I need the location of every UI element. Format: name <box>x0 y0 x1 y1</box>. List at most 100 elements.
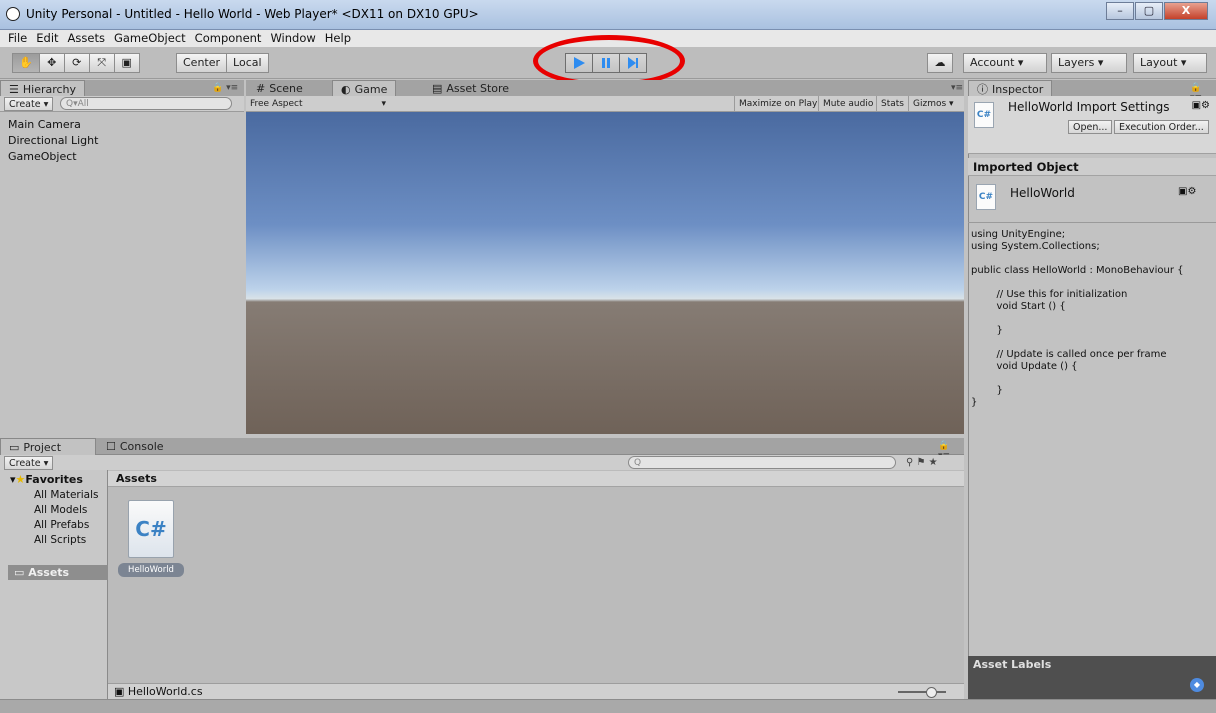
project-footer: ▣ HelloWorld.cs <box>108 683 964 699</box>
info-icon: ⓘ <box>977 82 988 96</box>
tab-hierarchy[interactable]: ☰ Hierarchy <box>0 80 86 97</box>
window-title: Unity Personal - Untitled - Hello World … <box>26 7 479 21</box>
lock-icon[interactable]: 🔒 ▾≡ <box>212 83 238 93</box>
tab-asset-store[interactable]: ▤ Asset Store <box>424 80 517 97</box>
csharp-doc-icon: C# <box>976 184 996 210</box>
maximize-button[interactable]: ▢ <box>1135 2 1163 20</box>
rotate-tool-icon[interactable]: ⟳ <box>63 53 90 73</box>
game-toolbar: Free Aspect ▾ Maximize on Play Mute audio… <box>246 96 964 112</box>
mute-audio-toggle[interactable]: Mute audio <box>818 96 877 112</box>
execution-order-button[interactable]: Execution Order... <box>1114 120 1209 134</box>
assets-breadcrumb: Assets <box>108 471 964 487</box>
close-button[interactable]: X <box>1164 2 1208 20</box>
menu-gameobject[interactable]: GameObject <box>114 30 186 47</box>
star-icon: ★ <box>15 473 26 486</box>
layout-dropdown[interactable]: Layout ▾ <box>1133 53 1207 73</box>
folder-icon: ▭ <box>14 566 29 579</box>
menu-assets[interactable]: Assets <box>68 30 105 47</box>
account-dropdown[interactable]: Account ▾ <box>963 53 1047 73</box>
favorites-header[interactable]: ▾★Favorites <box>10 473 83 486</box>
tab-console[interactable]: ☐ Console <box>98 438 172 455</box>
panel-menu-icon[interactable]: ▾≡ <box>951 83 963 93</box>
tab-inspector[interactable]: ⓘ Inspector <box>968 80 1053 97</box>
filter-icons[interactable]: ⚲ ⚑ ★ <box>906 457 938 468</box>
asset-store-tab-label: Asset Store <box>446 82 510 95</box>
import-settings-header: C# HelloWorld Import Settings ▣⚙ Open...… <box>968 96 1216 154</box>
tab-project[interactable]: ▭ Project <box>0 438 96 455</box>
project-toolbar: Create ▾ Q ⚲ ⚑ ★ <box>0 455 964 471</box>
label-tag-icon[interactable]: ◆ <box>1190 678 1204 692</box>
hierarchy-create-label: Create <box>9 99 41 110</box>
list-item[interactable]: GameObject <box>8 149 98 165</box>
hand-tool-icon[interactable]: ✋ <box>12 53 40 73</box>
project-create-button[interactable]: Create ▾ <box>4 456 54 470</box>
cloud-icon[interactable]: ☁ <box>927 53 953 73</box>
menu-edit[interactable]: Edit <box>36 30 58 47</box>
scene-icon: # <box>256 82 266 95</box>
menu-window[interactable]: Window <box>270 30 315 47</box>
icon-size-slider[interactable] <box>898 687 946 698</box>
favorite-all-models[interactable]: All Models <box>34 504 87 517</box>
inspector-tab-label: Inspector <box>992 82 1044 96</box>
selected-path: HelloWorld.cs <box>127 685 203 698</box>
account-label: Account <box>970 56 1015 69</box>
hierarchy-toolbar: Create ▾ Q▾All <box>0 96 244 112</box>
object-gear-icon[interactable]: ▣⚙ <box>1178 186 1196 197</box>
script-preview: using UnityEngine; using System.Collecti… <box>971 229 1184 408</box>
hierarchy-create-button[interactable]: Create ▾ <box>4 97 54 111</box>
scale-tool-icon[interactable]: ⤧ <box>88 53 115 73</box>
asset-labels-bar: Asset Labels ◆ <box>968 656 1216 699</box>
favorite-all-materials[interactable]: All Materials <box>34 489 98 502</box>
layers-dropdown[interactable]: Layers ▾ <box>1051 53 1127 73</box>
imported-object-header: Imported Object <box>968 158 1216 176</box>
list-item[interactable]: Directional Light <box>8 133 98 149</box>
unity-logo-icon <box>6 7 20 21</box>
center-tabstrip: # Scene ◐ Game ▤ Asset Store ▾≡ <box>246 80 964 97</box>
menu-help[interactable]: Help <box>325 30 351 47</box>
tab-scene[interactable]: # Scene <box>248 80 311 97</box>
store-icon: ▤ <box>432 82 443 95</box>
layers-label: Layers <box>1058 56 1095 69</box>
minimize-button[interactable]: – <box>1106 2 1134 20</box>
tab-game[interactable]: ◐ Game <box>332 80 397 97</box>
csharp-doc-icon: C# <box>974 102 994 128</box>
aspect-label: Free Aspect <box>250 99 303 109</box>
game-tab-label: Game <box>354 82 388 96</box>
inspector-tabstrip: ⓘInspector 🔒 ▾≡ <box>968 80 1216 103</box>
project-create-label: Create <box>9 458 41 469</box>
hierarchy-tab-label: Hierarchy <box>22 82 77 96</box>
divider <box>968 222 1216 223</box>
hierarchy-icon: ☰ <box>9 82 19 96</box>
console-icon: ☐ <box>106 440 116 453</box>
rect-tool-icon[interactable]: ▣ <box>113 53 140 73</box>
scene-tab-label: Scene <box>269 82 303 95</box>
open-button[interactable]: Open... <box>1068 120 1113 134</box>
stats-toggle[interactable]: Stats <box>876 96 908 112</box>
pivot-center-button[interactable]: Center <box>176 53 228 73</box>
project-search-input[interactable]: Q <box>628 456 896 469</box>
pivot-local-label: Local <box>233 56 262 69</box>
status-bar <box>0 699 1216 713</box>
assets-folder-label: Assets <box>28 566 70 579</box>
maximize-on-play-toggle[interactable]: Maximize on Play <box>734 96 821 112</box>
console-tab-label: Console <box>119 440 164 453</box>
move-tool-icon[interactable]: ✥ <box>38 53 65 73</box>
game-viewport[interactable] <box>246 112 964 434</box>
aspect-dropdown[interactable]: Free Aspect ▾ <box>246 96 390 112</box>
hierarchy-search-input[interactable]: Q▾All <box>60 97 232 110</box>
layout-label: Layout <box>1140 56 1178 69</box>
pivot-local-button[interactable]: Local <box>226 53 269 73</box>
menu-file[interactable]: File <box>8 30 27 47</box>
menu-component[interactable]: Component <box>195 30 262 47</box>
file-name-label[interactable]: HelloWorld <box>118 563 184 577</box>
favorite-all-prefabs[interactable]: All Prefabs <box>34 519 89 532</box>
csharp-file-icon[interactable]: C# <box>128 500 174 558</box>
gizmos-dropdown[interactable]: Gizmos ▾ <box>908 96 958 112</box>
settings-gear-icon[interactable]: ▣⚙ <box>1192 100 1210 111</box>
favorite-all-scripts[interactable]: All Scripts <box>34 534 86 547</box>
list-item[interactable]: Main Camera <box>8 117 98 133</box>
hierarchy-tabstrip: ☰ Hierarchy 🔒 ▾≡ <box>0 80 244 97</box>
folder-icon: ▭ <box>9 440 20 454</box>
assets-folder-item[interactable]: ▭ Assets <box>8 565 108 580</box>
import-settings-title: HelloWorld Import Settings <box>1008 100 1170 114</box>
